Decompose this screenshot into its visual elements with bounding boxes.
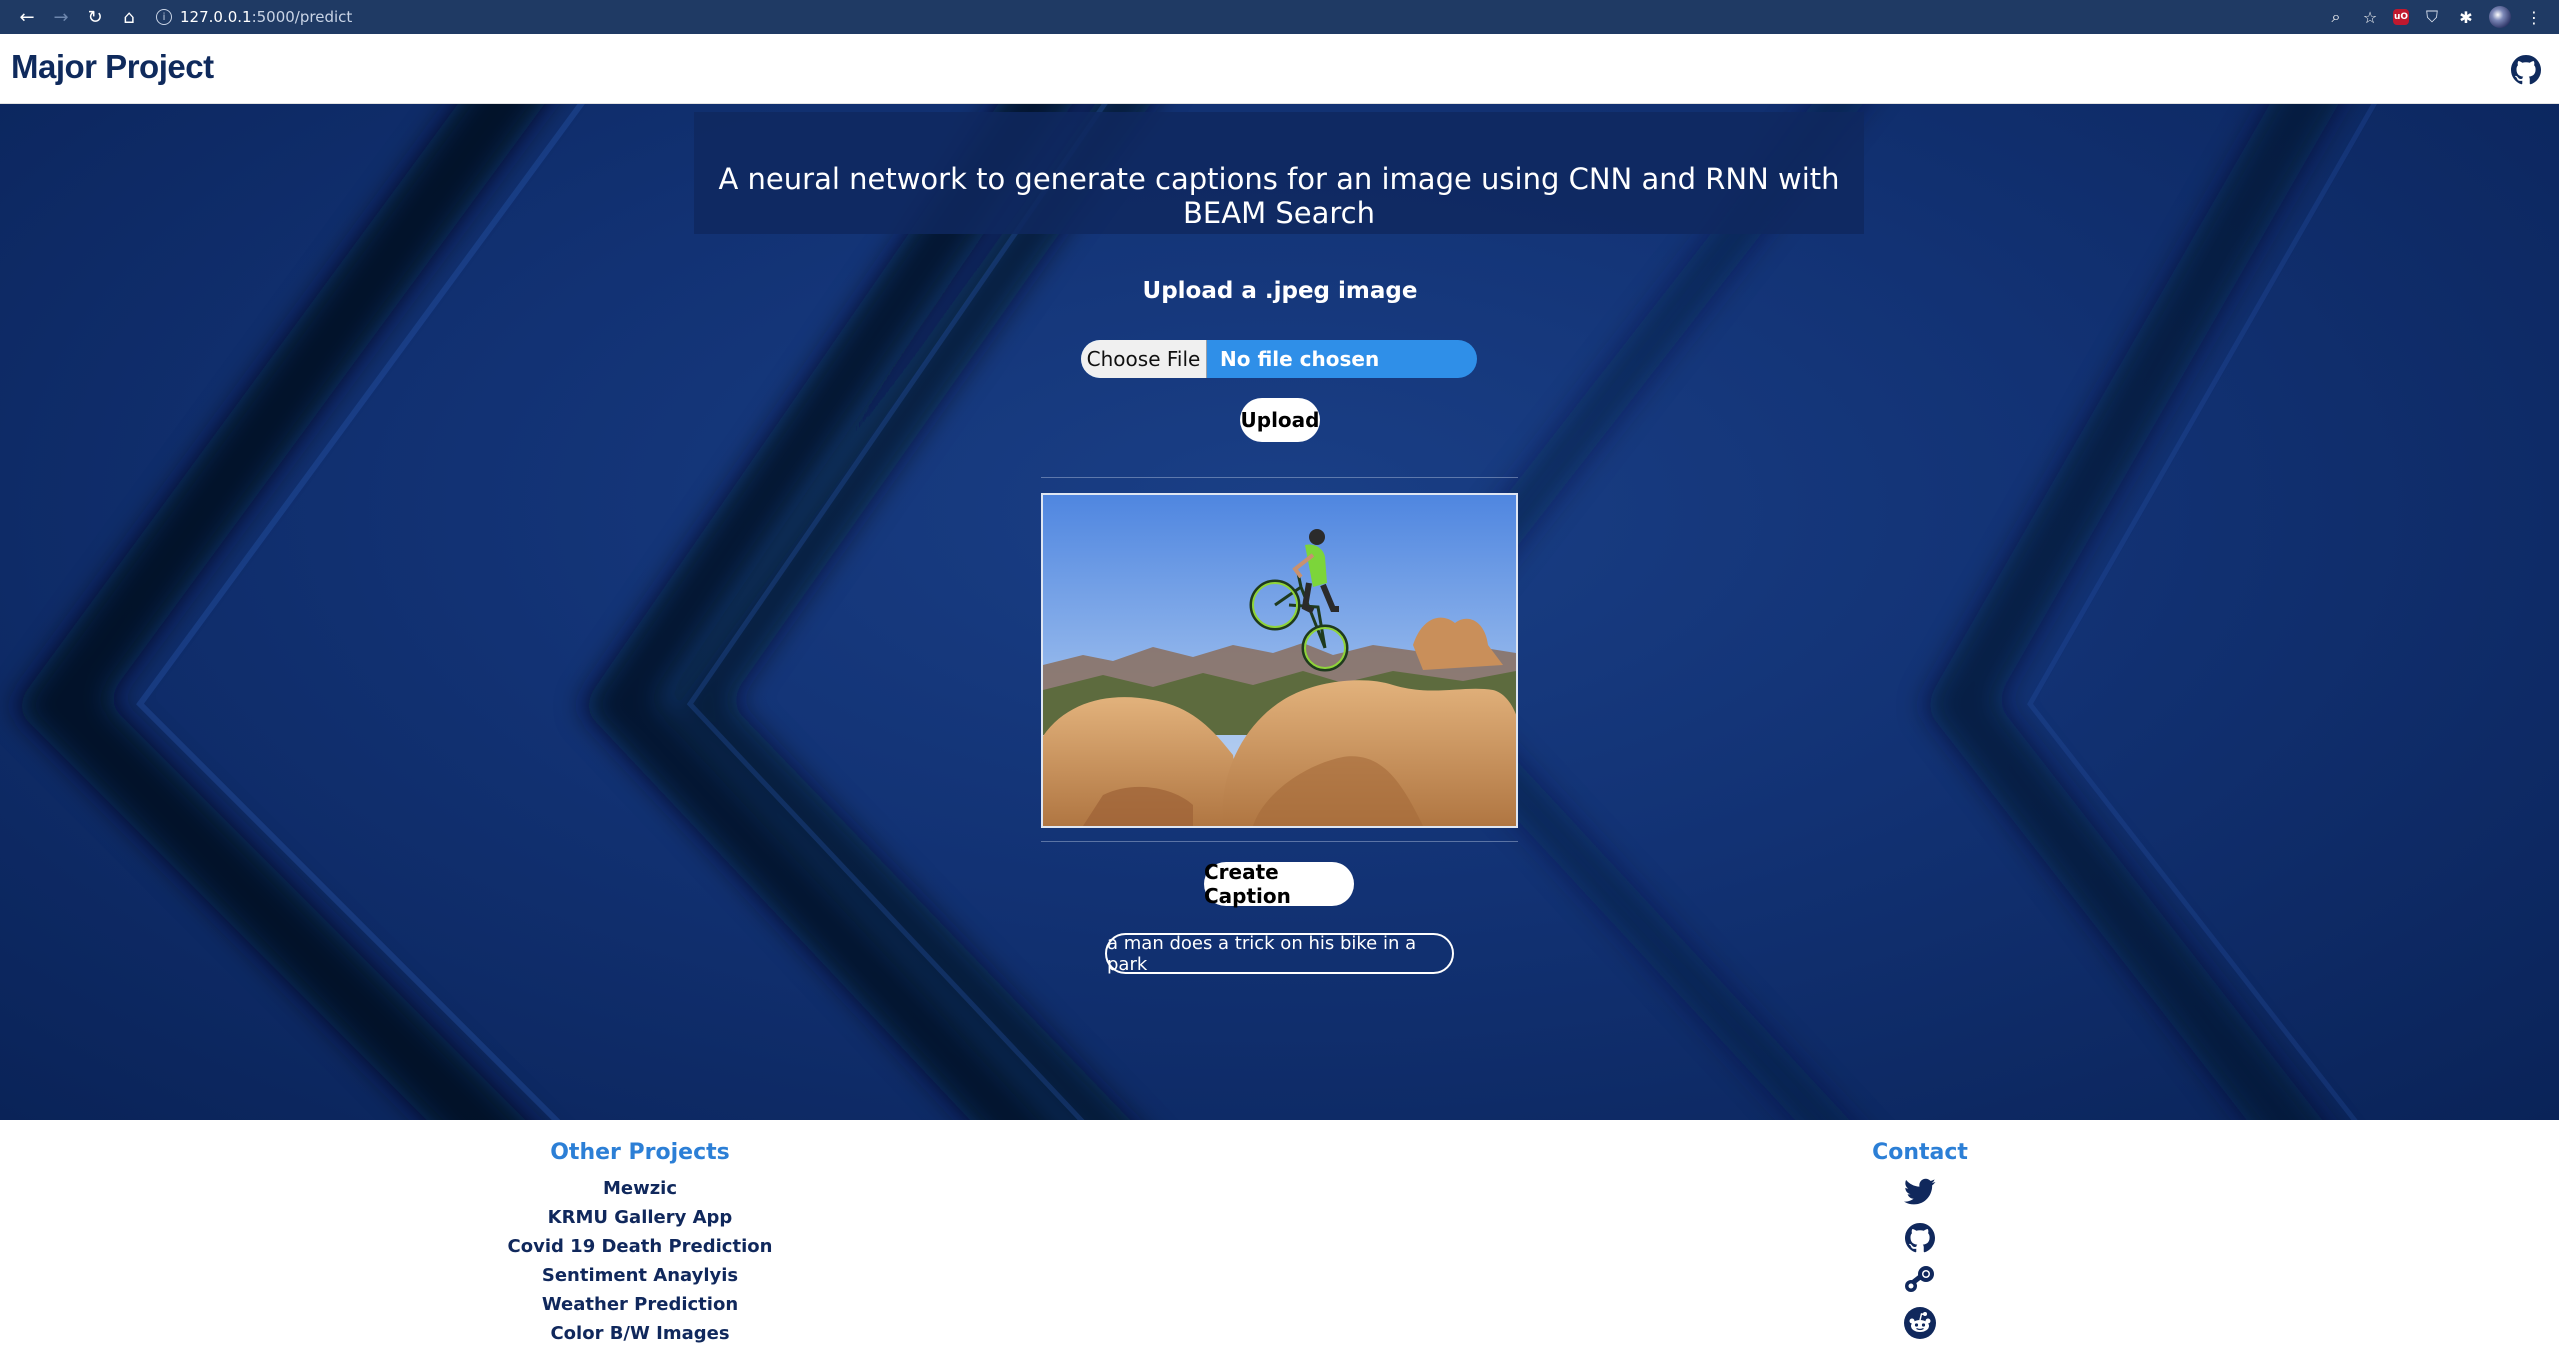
home-icon[interactable]: ⌂: [112, 0, 146, 34]
upload-title: Upload a .jpeg image: [1142, 278, 1418, 304]
back-arrow-icon[interactable]: ←: [10, 0, 44, 34]
file-input[interactable]: Choose File No file chosen: [1081, 340, 1477, 378]
site-header: Major Project: [0, 34, 2559, 104]
github-icon[interactable]: [2511, 55, 2541, 85]
divider: [1041, 477, 1518, 478]
divider: [1041, 841, 1518, 842]
project-link[interactable]: Weather Prediction: [440, 1290, 840, 1319]
reddit-icon[interactable]: [1898, 1303, 1942, 1343]
create-caption-button[interactable]: Create Caption: [1204, 860, 1354, 908]
reload-icon[interactable]: ↻: [78, 0, 112, 34]
projects-list: Mewzic KRMU Gallery App Covid 19 Death P…: [440, 1174, 840, 1348]
extensions-icon[interactable]: ✱: [2455, 6, 2477, 28]
upload-button[interactable]: Upload: [1240, 398, 1320, 442]
site-info-icon[interactable]: i: [156, 9, 172, 25]
uploaded-image: [1041, 493, 1518, 828]
caption-result: a man does a trick on his bike in a park: [1105, 933, 1454, 975]
steam-icon[interactable]: [1898, 1260, 1942, 1300]
browser-tools: ⌕ ☆ uO ⛉ ✱ ⋮: [2325, 0, 2545, 34]
shield-icon[interactable]: ⛉: [2421, 6, 2443, 28]
address-bar[interactable]: i 127.0.0.1:5000/predict: [156, 4, 352, 30]
contact-title: Contact: [1872, 1140, 1968, 1165]
project-link[interactable]: KRMU Gallery App: [440, 1203, 840, 1232]
profile-avatar-icon[interactable]: [2489, 6, 2511, 28]
forward-arrow-icon[interactable]: →: [44, 0, 78, 34]
zoom-icon[interactable]: ⌕: [2325, 6, 2347, 28]
tagline-panel: A neural network to generate captions fo…: [694, 112, 1864, 234]
url-path: :5000/predict: [251, 8, 353, 26]
project-link[interactable]: Color B/W Images: [440, 1319, 840, 1348]
tagline-text: A neural network to generate captions fo…: [718, 162, 1840, 230]
browser-toolbar: ← → ↻ ⌂ i 127.0.0.1:5000/predict ⌕ ☆ uO …: [0, 0, 2559, 34]
project-link[interactable]: Mewzic: [440, 1174, 840, 1203]
other-projects-title: Other Projects: [550, 1140, 730, 1165]
bike-trick-photo: [1043, 495, 1516, 826]
project-link[interactable]: Sentiment Anaylyis: [440, 1261, 840, 1290]
site-footer: Other Projects Mewzic KRMU Gallery App C…: [0, 1120, 2559, 1362]
hero-section: A neural network to generate captions fo…: [0, 104, 2559, 1120]
bookmark-star-icon[interactable]: ☆: [2359, 6, 2381, 28]
file-status-text: No file chosen: [1220, 347, 1380, 371]
github-icon[interactable]: [1898, 1218, 1942, 1258]
project-link[interactable]: Covid 19 Death Prediction: [440, 1232, 840, 1261]
ublock-icon[interactable]: uO: [2393, 9, 2409, 25]
brand-title[interactable]: Major Project: [11, 48, 214, 86]
twitter-icon[interactable]: [1898, 1172, 1942, 1212]
browser-nav: ← → ↻ ⌂: [10, 0, 146, 34]
choose-file-button[interactable]: Choose File: [1081, 340, 1207, 378]
url-host: 127.0.0.1: [180, 8, 252, 26]
menu-kebab-icon[interactable]: ⋮: [2523, 6, 2545, 28]
